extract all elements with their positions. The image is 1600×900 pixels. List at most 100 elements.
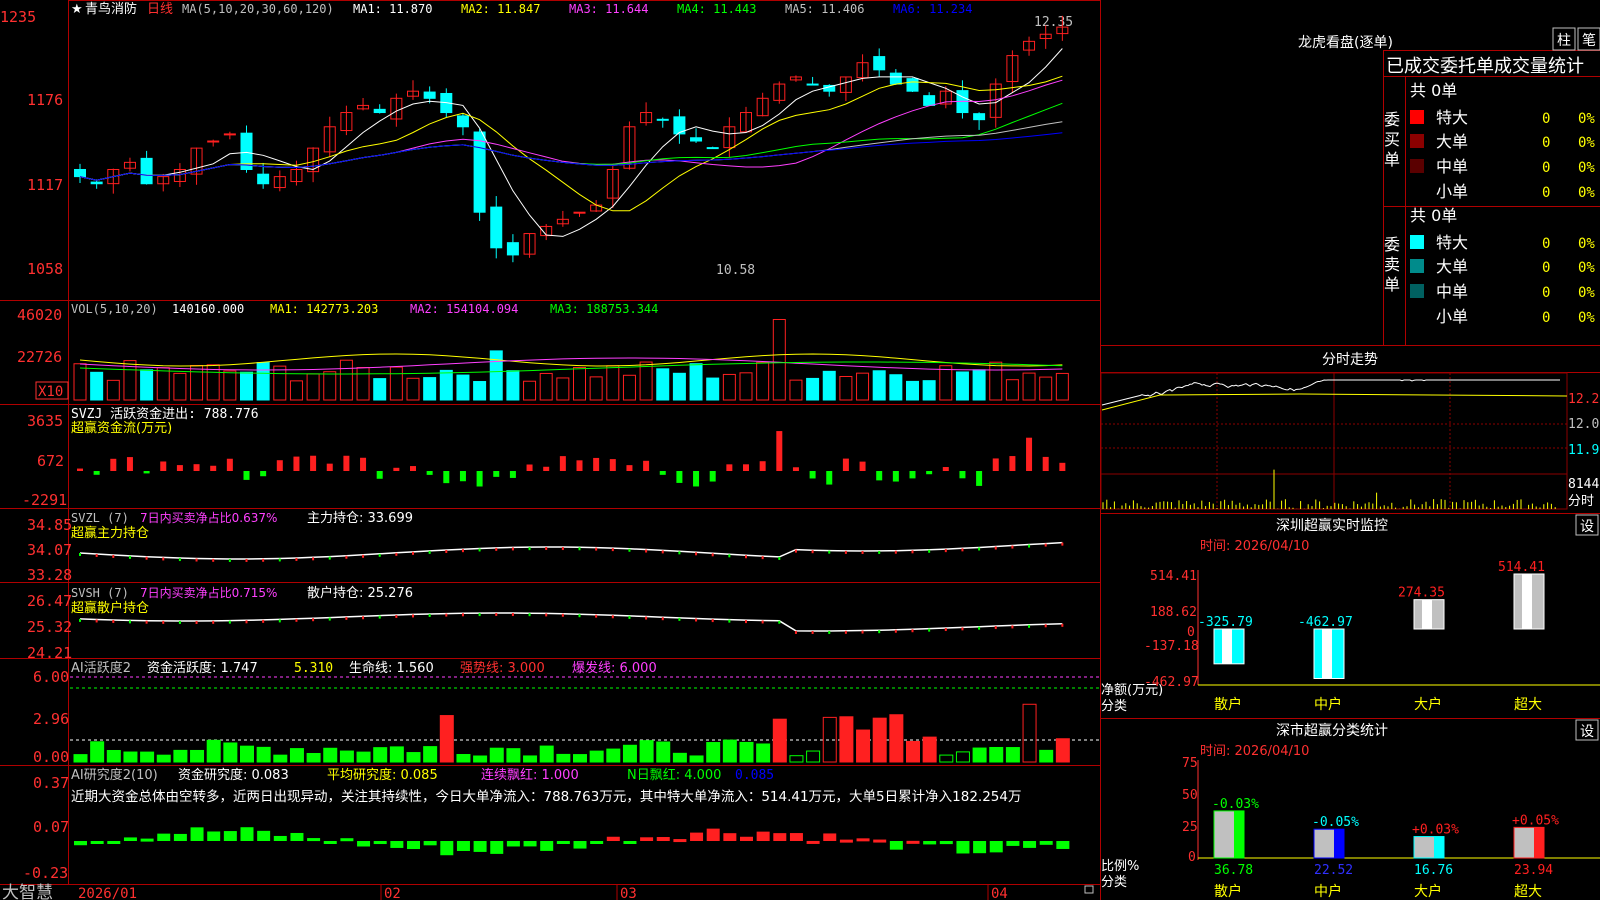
volume-bar <box>173 372 187 401</box>
svzj-bar <box>959 471 966 479</box>
price-tick-2: 1176 <box>27 91 63 109</box>
svzl-series-tick <box>395 552 398 556</box>
buy-row-2-pct: 0% <box>1578 135 1595 151</box>
ai-research-bar <box>623 841 637 844</box>
ai-research-bar <box>456 841 470 851</box>
ai-activity-bar <box>1022 703 1037 763</box>
buy-row-4-pct: 0% <box>1578 185 1595 201</box>
svzj-bar <box>809 471 816 479</box>
svzj-bar <box>593 457 600 471</box>
sell-row-3-pct: 0% <box>1578 285 1595 301</box>
svsh-series-tick <box>1028 624 1031 628</box>
svzj-bar <box>210 465 217 471</box>
stock-name[interactable]: 青鸟消防 <box>85 1 137 17</box>
svzl-series-tick <box>695 552 698 556</box>
ai-research-panel: 0.37 0.07 -0.23 AI研究度2(10) 资金研究度: 0.083 … <box>23 767 1070 882</box>
ai-activity-panel: 6.00 2.96 0.00 AI活跃度2 资金活跃度: 1.747 5.310… <box>33 660 1100 766</box>
monitor-bar-value: 514.41 <box>1498 560 1545 575</box>
ai-activity-bar <box>456 754 471 763</box>
ma-line-4 <box>79 102 1063 181</box>
candle-body <box>456 115 469 128</box>
detail-button-label: 笔 <box>1582 33 1596 49</box>
svzl-series-tick <box>711 553 714 557</box>
ai-act-name: AI活跃度2 <box>71 660 131 676</box>
ai-activity-bar <box>789 755 804 763</box>
ai-research-bar <box>257 830 271 841</box>
svzl-series-tick <box>595 547 598 551</box>
buy-row-4-name: 小单 <box>1436 182 1468 201</box>
buy-total: 共 0单 <box>1410 81 1457 100</box>
legend-swatch <box>1410 159 1424 173</box>
svzl-series-tick <box>1028 544 1031 548</box>
stats-category: 超大 <box>1514 884 1542 900</box>
svsh-tick-2: 25.32 <box>27 618 72 636</box>
legend-swatch <box>1410 284 1424 298</box>
volume-bar <box>539 372 553 401</box>
svsh-series-tick <box>128 620 131 624</box>
svzl-series-tick <box>1044 543 1047 547</box>
svzl-series-tick <box>545 547 548 551</box>
ai-research-bar <box>906 840 920 844</box>
svzj-bar <box>476 471 483 487</box>
legend-swatch <box>1410 134 1424 148</box>
ai-research-bar <box>973 841 987 854</box>
ai-activity-bar <box>856 729 871 763</box>
svsh-series-tick <box>345 616 348 620</box>
period-label[interactable]: 日线 <box>147 2 173 17</box>
svzj-bar <box>643 460 650 471</box>
volume-bar <box>622 374 636 401</box>
svsh-series-tick <box>278 619 281 623</box>
svzl-series-tick <box>378 553 381 557</box>
volume-bar <box>672 372 686 401</box>
stats-bar-accent <box>1534 827 1544 858</box>
ai-activity-bar <box>240 745 254 763</box>
vol-ma2: MA2: 154104.094 <box>410 302 518 316</box>
sell-row-2-count: 0 <box>1542 260 1550 276</box>
ai-activity-bar <box>539 745 554 763</box>
ai-activity-bar <box>722 739 737 763</box>
svzl-subtitle: 超赢主力持仓 <box>71 525 149 541</box>
ai-res-tick-2: 0.07 <box>33 818 69 836</box>
ai-activity-bar <box>656 741 671 763</box>
ai-strong-line: 强势线: 3.000 <box>460 660 545 676</box>
ai-activity-bar <box>106 749 121 763</box>
monitor-bar-shine <box>1222 629 1232 664</box>
svsh-series-tick <box>262 619 265 623</box>
ai-research-bar <box>873 839 887 843</box>
buy-row-3-count: 0 <box>1542 160 1550 176</box>
svzl-series-tick <box>428 550 431 554</box>
volume-bar <box>306 373 320 401</box>
stats-title: 深市超赢分类统计 <box>1276 722 1388 739</box>
candle-body <box>923 95 936 106</box>
candle-body <box>90 181 103 185</box>
ai-activity-bar <box>473 755 488 763</box>
candle-body <box>506 242 519 256</box>
volume-bar <box>689 363 703 401</box>
svsh-series-tick <box>1044 624 1047 628</box>
svzl-series-tick <box>794 549 797 553</box>
svzj-bar <box>493 471 500 477</box>
ai-activity-bar <box>323 747 338 763</box>
ai-activity-bar <box>972 747 987 763</box>
ai-research-bar <box>123 837 137 841</box>
price-legend: ★ 青鸟消防 日线 MA(5,10,20,30,60,120) MA1: 11.… <box>71 1 972 17</box>
sell-row-1-count: 0 <box>1542 236 1550 252</box>
volume-bar <box>156 367 170 401</box>
buy-row-2-count: 0 <box>1542 135 1550 151</box>
lock-icon[interactable] <box>1084 885 1094 894</box>
ai-res-nday: N日飘红: 4.000 <box>627 767 721 783</box>
svzl-series-tick <box>245 558 248 562</box>
svzj-bar <box>376 471 383 479</box>
svsh-series-tick <box>728 619 731 623</box>
buy-row-4-count: 0 <box>1542 185 1550 201</box>
ai-activity-bar <box>939 754 954 763</box>
star-icon[interactable]: ★ <box>71 2 83 17</box>
minute-price-low: 11.95 <box>1568 443 1600 458</box>
sell-label-3: 单 <box>1384 275 1400 294</box>
svzj-tick-3: -2291 <box>22 491 67 509</box>
buy-row-1-count: 0 <box>1542 111 1550 127</box>
stats-category: 散户 <box>1214 883 1242 900</box>
svzl-line <box>79 541 1064 562</box>
ai-res-last: 0.085 <box>735 768 774 783</box>
ai-comment: 近期大资金总体由空转多，近两日出现异动，关注其持续性，今日大单净流入：788.7… <box>71 788 1021 805</box>
